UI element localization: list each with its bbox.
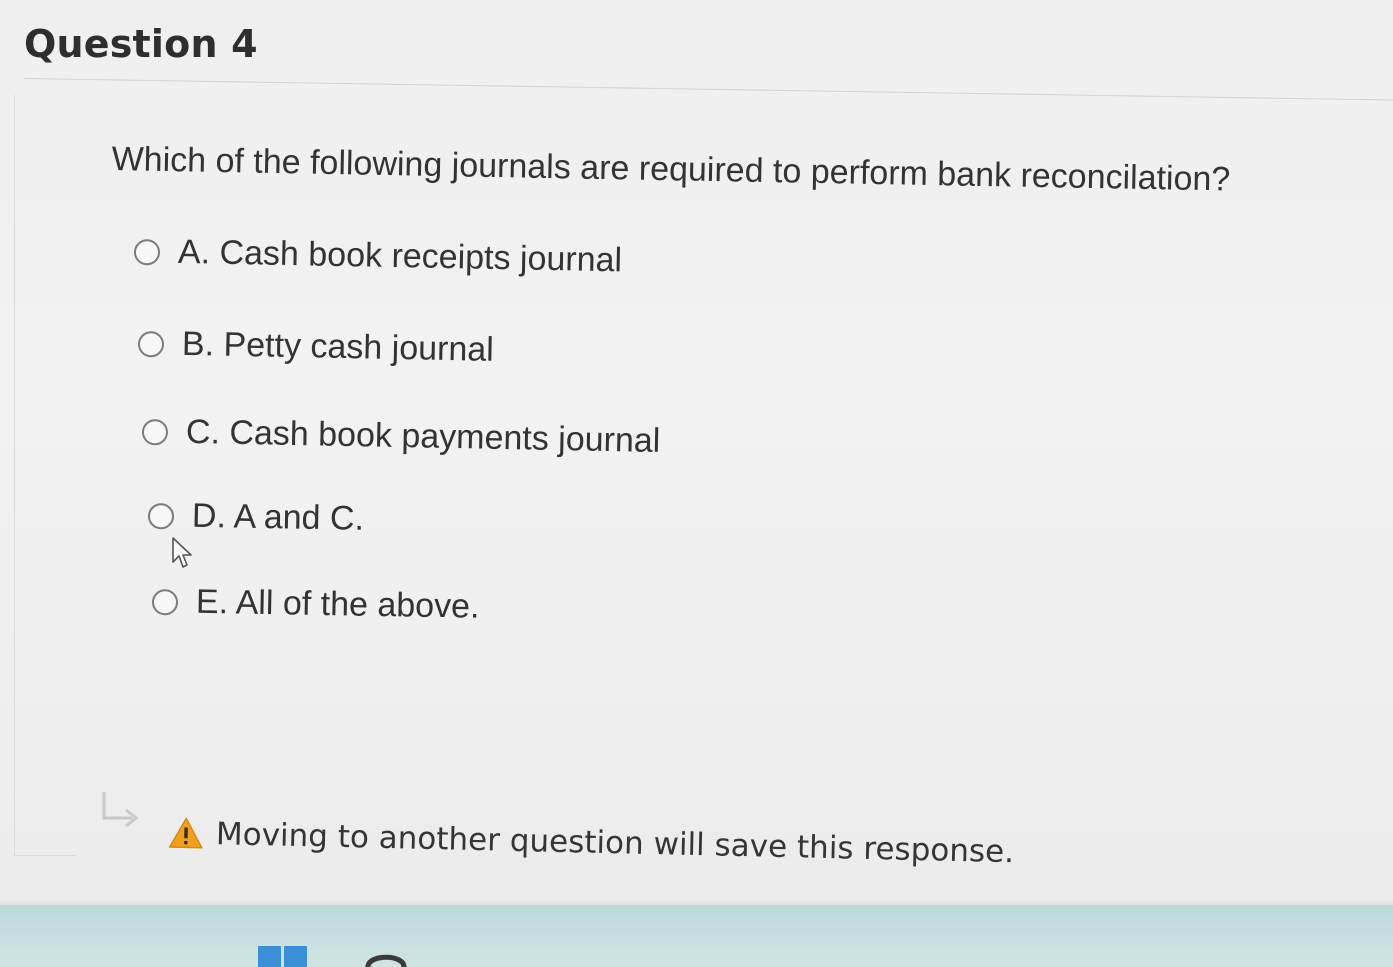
- option-a-label[interactable]: A. Cash book receipts journal: [178, 233, 623, 281]
- radio-button-e[interactable]: [151, 588, 179, 615]
- return-arrow-icon: [102, 792, 139, 828]
- question-prompt: Which of the following journals are requ…: [111, 140, 1231, 199]
- windows-start-icon[interactable]: [258, 946, 308, 967]
- option-c-label[interactable]: C. Cash book payments journal: [186, 413, 661, 461]
- taskbar: [0, 905, 1393, 967]
- question-panel-border-bottom: [14, 855, 76, 856]
- radio-button-a[interactable]: [133, 238, 161, 265]
- option-d[interactable]: D. A and C.: [147, 496, 365, 539]
- option-c[interactable]: C. Cash book payments journal: [141, 412, 661, 461]
- option-b[interactable]: B. Petty cash journal: [137, 324, 495, 370]
- radio-button-b[interactable]: [137, 330, 165, 357]
- option-d-label[interactable]: D. A and C.: [192, 497, 365, 539]
- mouse-pointer-icon: [172, 537, 192, 568]
- save-notice-text: Moving to another question will save thi…: [215, 816, 1015, 871]
- question-title: Question 4: [24, 22, 258, 66]
- option-b-label[interactable]: B. Petty cash journal: [182, 325, 495, 370]
- save-notice: Moving to another question will save thi…: [168, 815, 1015, 870]
- option-a[interactable]: A. Cash book receipts journal: [133, 232, 623, 281]
- question-header: Question 4: [24, 18, 1393, 88]
- quiz-page: Question 4 Which of the following journa…: [0, 0, 1393, 967]
- option-e-label[interactable]: E. All of the above.: [196, 583, 480, 627]
- radio-button-d[interactable]: [147, 502, 175, 529]
- option-e[interactable]: E. All of the above.: [151, 582, 480, 627]
- question-panel-border: [14, 95, 15, 855]
- search-icon[interactable]: [364, 948, 408, 967]
- warning-icon: [168, 817, 203, 849]
- radio-button-c[interactable]: [141, 418, 169, 445]
